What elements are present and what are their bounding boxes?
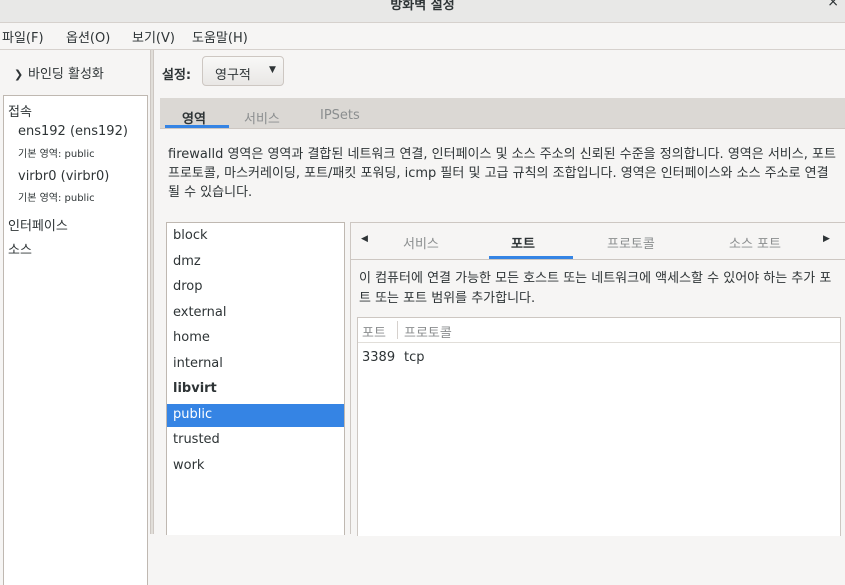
zone-item-dmz[interactable]: dmz [167, 251, 344, 274]
zone-item-block[interactable]: block [167, 225, 344, 248]
column-separator [397, 321, 398, 339]
title-bar: 방화벽 설정 × [0, 0, 845, 23]
zone-item-public[interactable]: public [167, 403, 344, 427]
settings-value: 영구적 [215, 68, 251, 83]
tab-scroll-left-icon[interactable]: ◀ [361, 234, 368, 244]
pane-divider[interactable] [150, 50, 154, 534]
connections-header[interactable]: 접속 [8, 101, 32, 120]
zone-item-internal[interactable]: internal [167, 353, 344, 376]
ports-table[interactable]: 포트 프로토콜 3389 tcp [357, 317, 841, 536]
zone-item-drop[interactable]: drop [167, 276, 344, 299]
binding-label: 바인딩 활성화 [28, 67, 104, 82]
zone-item-libvirt[interactable]: libvirt [167, 378, 344, 401]
close-icon[interactable]: × [827, 0, 839, 10]
column-header-port[interactable]: 포트 [362, 322, 386, 341]
zone-description: firewalld 영역은 영역과 결합된 네트워크 연결, 인터페이스 및 소… [168, 147, 836, 200]
binding-toggle[interactable]: ❯ 바인딩 활성화 [14, 63, 104, 82]
connection-ens192-name[interactable]: ens192 (ens192) [18, 124, 128, 139]
dropdown-arrow-icon: ▼ [269, 65, 276, 75]
zones-list: block dmz drop external home internal libvirt p… [166, 222, 345, 535]
binding-list: 접속 ens192 (ens192) 기본 영역: public virbr0 … [3, 95, 148, 585]
sources-header[interactable]: 소스 [8, 239, 32, 258]
interfaces-header[interactable]: 인터페이스 [8, 215, 68, 234]
outer-tab-strip: 영역 서비스 IPSets [160, 98, 845, 129]
tab-protocols[interactable]: 프로토콜 [607, 233, 655, 252]
tab-ipsets[interactable]: IPSets [320, 108, 360, 123]
tab-scroll-right-icon[interactable]: ▶ [823, 234, 830, 244]
ports-table-header: 포트 프로토콜 [358, 318, 840, 343]
menu-bar: 파일(F) 옵션(O) 보기(V) 도움말(H) [0, 23, 845, 50]
left-pane: ❯ 바인딩 활성화 접속 ens192 (ens192) 기본 영역: publi… [0, 50, 150, 585]
settings-label: 설정: [162, 68, 192, 83]
inner-tab-strip: ◀ 서비스 포트 프로토콜 소스 포트 ▶ [351, 223, 845, 260]
column-header-protocol[interactable]: 프로토콜 [404, 322, 452, 341]
connection-virbr0-name[interactable]: virbr0 (virbr0) [18, 169, 109, 184]
zone-item-external[interactable]: external [167, 302, 344, 325]
ports-description: 이 컴퓨터에 연결 가능한 모든 호스트 또는 네트워크에 액세스할 수 있어야… [359, 271, 832, 306]
menu-file[interactable]: 파일(F) [2, 27, 44, 46]
protocol-cell: tcp [404, 350, 425, 365]
menu-view[interactable]: 보기(V) [132, 27, 175, 46]
zone-item-home[interactable]: home [167, 327, 344, 350]
settings-dropdown[interactable]: 영구적 ▼ [202, 56, 284, 86]
zone-item-work[interactable]: work [167, 455, 344, 478]
zone-detail-pane: ◀ 서비스 포트 프로토콜 소스 포트 ▶ 이 컴퓨터에 연결 가능한 모든 호… [350, 222, 845, 536]
chevron-down-icon: ❯ [14, 68, 24, 81]
active-inner-tab-indicator [489, 256, 573, 259]
port-cell: 3389 [362, 350, 396, 365]
window-title: 방화벽 설정 [390, 0, 455, 13]
tab-source-ports[interactable]: 소스 포트 [729, 233, 781, 252]
connection-virbr0-zone: 기본 영역: public [18, 193, 95, 204]
tab-services[interactable]: 서비스 [244, 108, 280, 127]
menu-help[interactable]: 도움말(H) [192, 27, 248, 46]
tab-ports[interactable]: 포트 [511, 233, 535, 252]
zone-item-trusted[interactable]: trusted [167, 429, 344, 452]
active-tab-indicator [165, 125, 229, 128]
tab-zone-services[interactable]: 서비스 [403, 233, 439, 252]
connection-ens192-zone: 기본 영역: public [18, 149, 95, 160]
menu-options[interactable]: 옵션(O) [66, 27, 110, 46]
